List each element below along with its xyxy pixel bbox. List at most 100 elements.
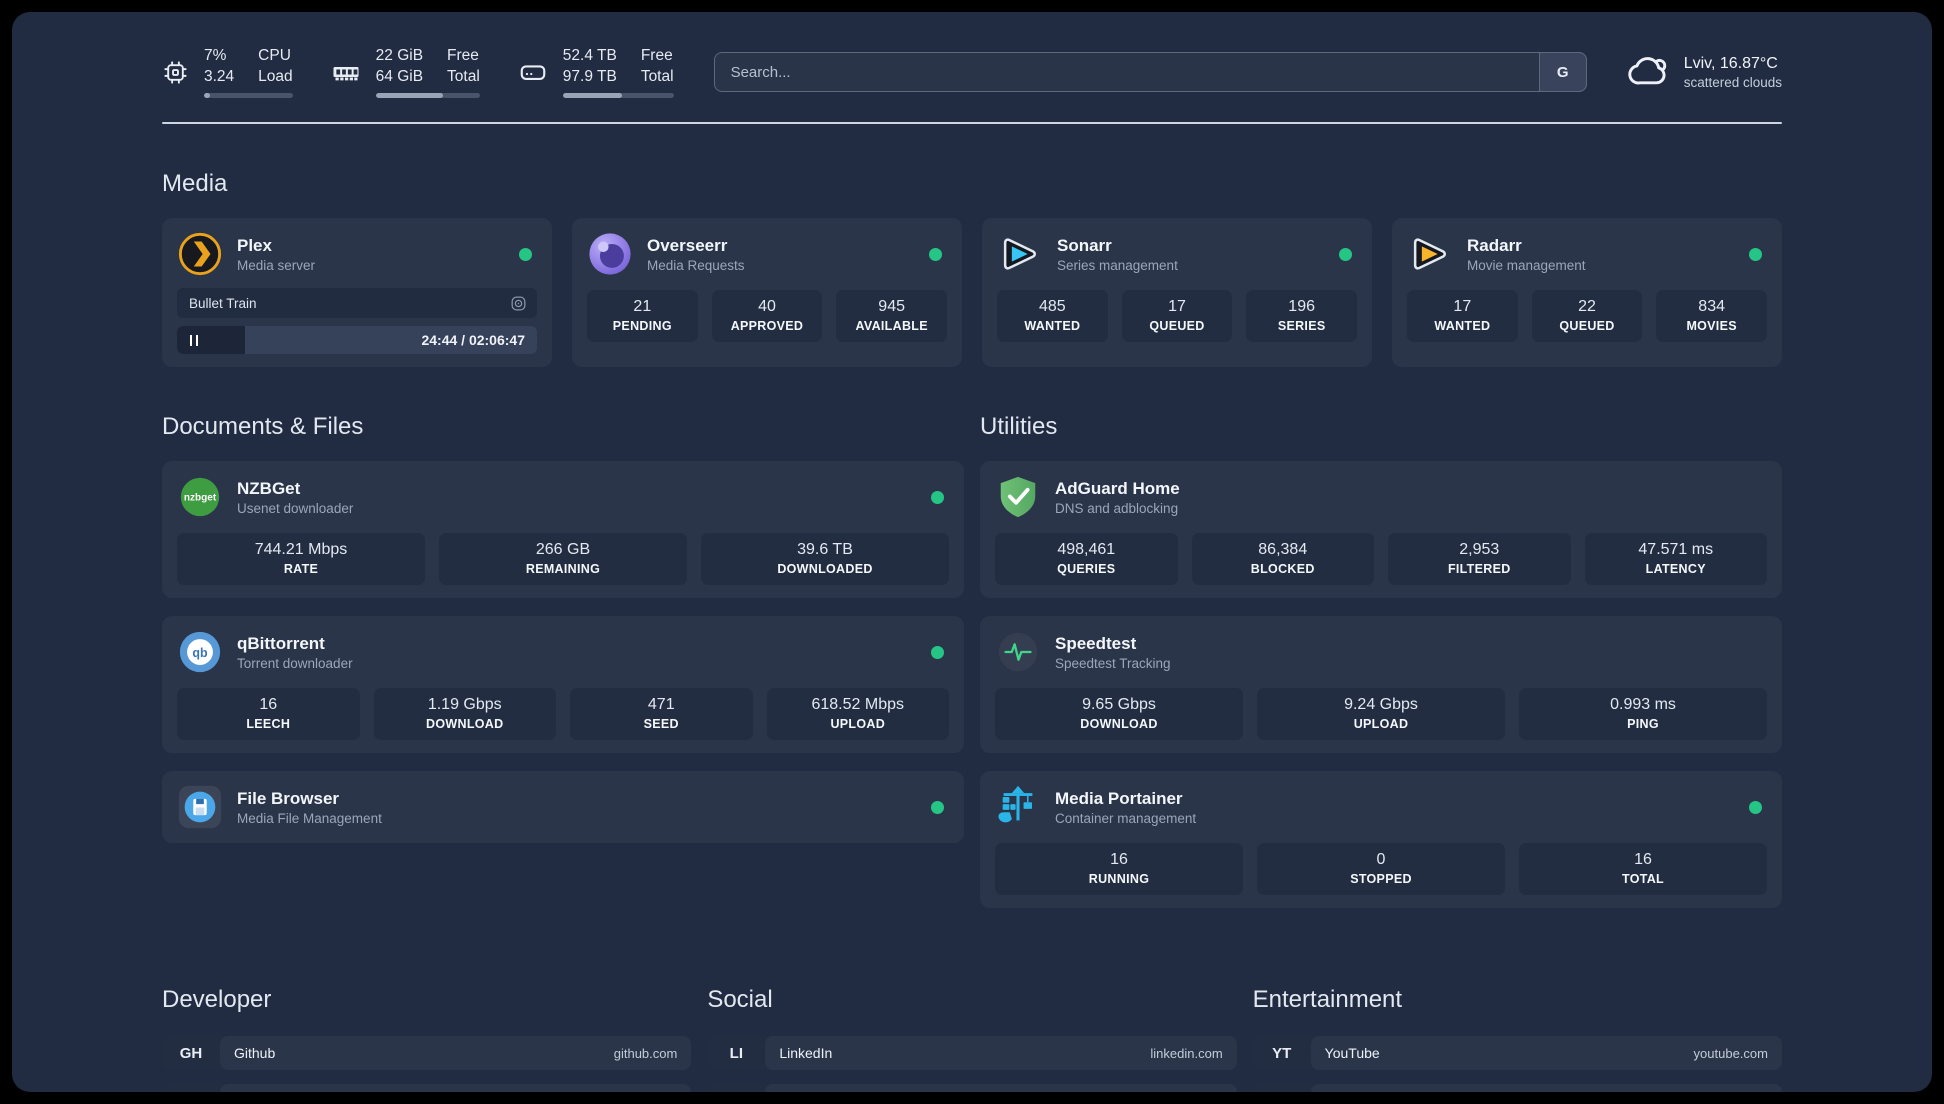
- search-input[interactable]: [713, 52, 1587, 92]
- app-card-sonarr[interactable]: Sonarr Series management 485 WANTED 17 QUE…: [982, 218, 1372, 367]
- stat-box: 47.571 ms LATENCY: [1584, 533, 1767, 585]
- status-dot: [519, 247, 532, 261]
- app-card-radarr[interactable]: Radarr Movie management 17 WANTED 22 QUEUE…: [1392, 218, 1782, 367]
- stat-box: 22 QUEUED: [1531, 290, 1643, 342]
- bookmark-netflix[interactable]: NF Netflix netflix.com: [1252, 1084, 1782, 1092]
- section-title-media: Media: [162, 170, 228, 197]
- bookmark-abbr: TW: [707, 1084, 765, 1092]
- bookmark-name: Github: [234, 1045, 276, 1061]
- adguard-icon: [995, 474, 1041, 520]
- ram-icon: [331, 57, 361, 87]
- pause-icon[interactable]: [190, 334, 198, 346]
- system-stats: 7% 3.24 CPU Load 22 GiB 64 GiB Free Tota…: [162, 46, 674, 99]
- bookmark-linkedin[interactable]: LI LinkedIn linkedin.com: [707, 1036, 1237, 1070]
- bookmark-url: youtube.com: [1693, 1045, 1768, 1061]
- app-desc: Media File Management: [237, 810, 382, 826]
- stat-box: 471 SEED: [570, 688, 753, 740]
- status-dot: [931, 490, 944, 504]
- status-dot: [931, 800, 944, 814]
- player-progressbar[interactable]: 24:44 / 02:06:47: [177, 326, 537, 354]
- app-card-speedtest[interactable]: Speedtest Speedtest Tracking 9.65 Gbps DO…: [980, 616, 1782, 753]
- app-name: Overseerr: [647, 235, 728, 255]
- app-desc: Media Requests: [647, 257, 745, 273]
- ram-free-value: 22 GiB: [375, 46, 424, 64]
- bookmark-youtube[interactable]: YT YouTube youtube.com: [1252, 1036, 1782, 1070]
- app-card-qbittorrent[interactable]: qb qBittorrent Torrent downloader 16 LEEC…: [162, 616, 964, 753]
- ram-progressbar: [375, 93, 480, 99]
- app-name: Sonarr: [1057, 235, 1112, 255]
- cpu-percent: 7%: [204, 46, 227, 64]
- stat-box: 744.21 Mbps RATE: [177, 533, 425, 585]
- sonarr-icon: [997, 231, 1043, 277]
- app-desc: Media server: [237, 257, 316, 273]
- app-desc: Movie management: [1467, 257, 1586, 273]
- app-name: File Browser: [237, 788, 340, 808]
- app-name: AdGuard Home: [1055, 478, 1180, 498]
- cpu-load-label: Load: [258, 67, 293, 85]
- stat-box: 266 GB REMAINING: [439, 533, 687, 585]
- stat-box: 17 WANTED: [1407, 290, 1518, 342]
- app-card-nzbget[interactable]: nzbget NZBGet Usenet downloader 744.21 M…: [162, 461, 964, 598]
- app-name: Media Portainer: [1055, 788, 1183, 808]
- stat-box: 0 STOPPED: [1257, 843, 1505, 895]
- bookmark-group-developer: Developer GH Github github.com SO StackO…: [162, 956, 692, 1092]
- stat-box: 16 RUNNING: [995, 843, 1243, 895]
- filebrowser-icon: [177, 784, 223, 830]
- disk-total-value: 97.9 TB: [562, 67, 617, 85]
- status-dot: [1749, 800, 1762, 814]
- section-title-developer: Developer: [162, 986, 272, 1013]
- disk-stat: 52.4 TB 97.9 TB Free Total: [518, 46, 674, 99]
- app-desc: DNS and adblocking: [1055, 500, 1179, 516]
- nzbget-icon: nzbget: [177, 474, 223, 520]
- portainer-icon: [995, 784, 1041, 830]
- app-name: Plex: [237, 235, 272, 255]
- ram-total-value: 64 GiB: [375, 67, 424, 85]
- bookmark-abbr: SO: [162, 1084, 220, 1092]
- now-playing-row: Bullet Train: [177, 288, 537, 318]
- stat-box: 86,384 BLOCKED: [1191, 533, 1374, 585]
- now-playing-title: Bullet Train: [189, 295, 257, 311]
- bookmark-url: github.com: [613, 1045, 678, 1061]
- search-bar: G: [713, 52, 1587, 92]
- app-card-filebrowser[interactable]: File Browser Media File Management: [162, 771, 964, 843]
- disk-progressbar: [562, 93, 674, 99]
- stat-box: 21 PENDING: [587, 290, 698, 342]
- weather-widget: Lviv, 16.87°C scattered clouds: [1627, 48, 1782, 97]
- mid-grid: Documents & Files nzbget NZBGet Usenet d…: [162, 377, 1782, 926]
- disk-total-label: Total: [640, 67, 674, 85]
- app-card-plex[interactable]: Plex Media server Bullet Train 24:44 / 0…: [162, 218, 552, 367]
- stat-box: 39.6 TB DOWNLOADED: [701, 533, 949, 585]
- stat-box: 17 QUEUED: [1121, 290, 1233, 342]
- app-desc: Speedtest Tracking: [1055, 655, 1171, 671]
- bookmark-abbr: NF: [1253, 1084, 1311, 1092]
- qbittorrent-icon: qb: [177, 629, 223, 675]
- app-desc: Series management: [1057, 257, 1178, 273]
- bookmark-url: linkedin.com: [1150, 1045, 1223, 1061]
- bookmark-github[interactable]: GH Github github.com: [162, 1036, 692, 1070]
- bookmark-twitter[interactable]: TW Twitter twitter.com: [707, 1084, 1237, 1092]
- bookmark-stackoverflow[interactable]: SO StackOverflow stackoverflow.com: [162, 1084, 692, 1092]
- stat-box: 16 LEECH: [177, 688, 360, 740]
- stat-box: 1.19 Gbps DOWNLOAD: [373, 688, 556, 740]
- app-name: Speedtest: [1055, 633, 1137, 653]
- ram-free-label: Free: [447, 46, 479, 64]
- header: 7% 3.24 CPU Load 22 GiB 64 GiB Free Tota…: [162, 40, 1782, 104]
- bookmark-name: YouTube: [1324, 1045, 1380, 1061]
- app-name: qBittorrent: [237, 633, 325, 653]
- disk-free-value: 52.4 TB: [562, 46, 617, 64]
- cpu-load-value: 3.24: [204, 67, 235, 85]
- cpu-progressbar: [204, 93, 293, 99]
- app-card-portainer[interactable]: Media Portainer Container management 16 R…: [980, 771, 1782, 908]
- app-card-adguard[interactable]: AdGuard Home DNS and adblocking 498,461 Q…: [980, 461, 1782, 598]
- disk-free-label: Free: [640, 46, 673, 64]
- bookmark-group-social: Social LI LinkedIn linkedin.com TW Twitt…: [707, 956, 1237, 1092]
- bookmark-abbr: YT: [1272, 1044, 1292, 1062]
- weather-condition: scattered clouds: [1683, 74, 1782, 90]
- status-dot: [931, 645, 944, 659]
- app-card-overseerr[interactable]: Overseerr Media Requests 21 PENDING 40 APP…: [572, 218, 962, 367]
- section-title-entertainment: Entertainment: [1252, 986, 1403, 1013]
- player-time: 24:44 / 02:06:47: [421, 332, 525, 348]
- search-engine-button[interactable]: G: [1538, 52, 1587, 92]
- stat-box: 9.24 Gbps UPLOAD: [1257, 688, 1505, 740]
- bookmark-abbr: GH: [179, 1044, 203, 1062]
